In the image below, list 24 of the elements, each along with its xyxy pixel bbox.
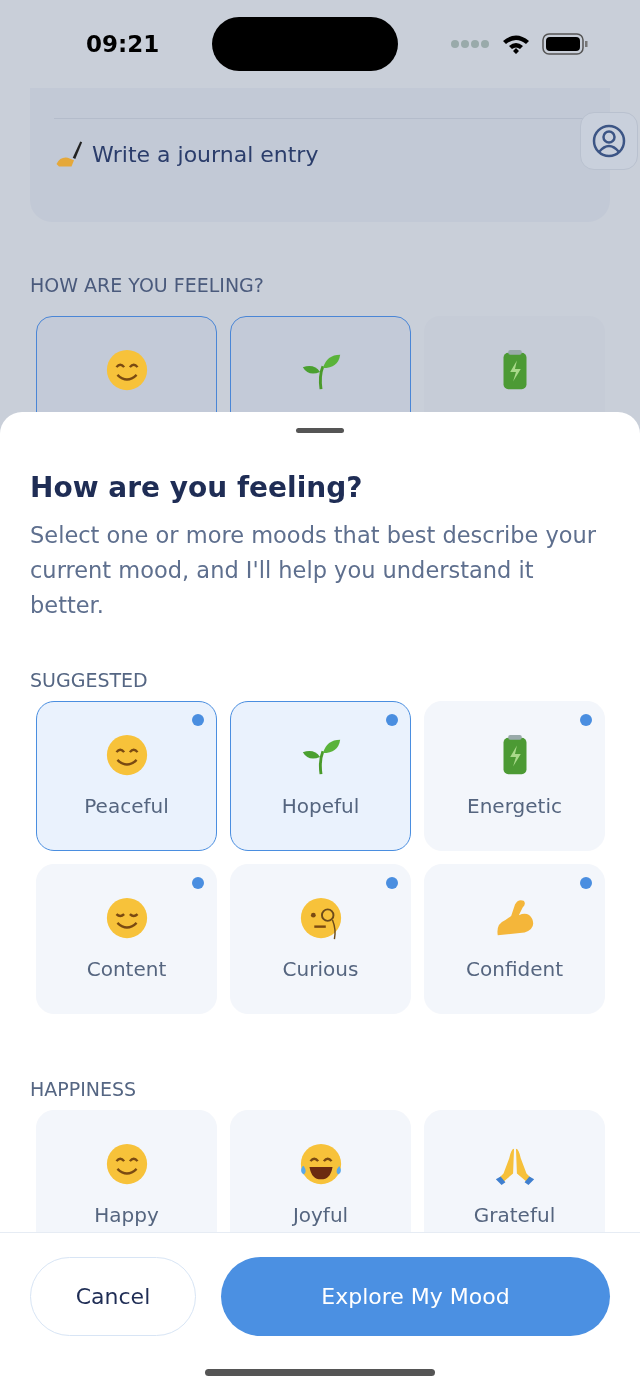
battery-status-icon [542, 33, 588, 55]
section-label: HAPPINESS [30, 1078, 138, 1100]
mood-option[interactable]: Confident [424, 864, 605, 1014]
wifi-icon [502, 33, 530, 55]
cancel-button[interactable]: Cancel [30, 1257, 196, 1336]
action-label[interactable]: Write a journal entry [92, 141, 319, 167]
profile-button[interactable] [580, 112, 638, 170]
explore-button[interactable]: Explore My Mood [221, 1257, 610, 1336]
mood-option[interactable]: Peaceful [36, 701, 217, 851]
mood-option[interactable]: Joyful [230, 1110, 411, 1232]
signal-icon [450, 39, 490, 49]
sheet-description: Select one or more moods that best describe your current mood, and I'll help you understand it better. [30, 521, 598, 620]
section-label: HOW ARE YOU FEELING? [30, 274, 265, 296]
profile-icon [592, 124, 626, 158]
drag-handle[interactable] [296, 428, 344, 433]
section-label: SUGGESTED [30, 669, 149, 691]
mood-option[interactable]: Hopeful [230, 701, 411, 851]
mood-option[interactable]: Curious [230, 864, 411, 1014]
status-time: 09:21 [86, 31, 160, 57]
mood-option[interactable]: Happy [36, 1110, 217, 1232]
sheet-title: How are you feeling? [30, 471, 364, 504]
mood-option[interactable]: Content [36, 864, 217, 1014]
mood-option[interactable]: Energetic [424, 701, 605, 851]
mood-option[interactable]: Grateful [424, 1110, 605, 1232]
